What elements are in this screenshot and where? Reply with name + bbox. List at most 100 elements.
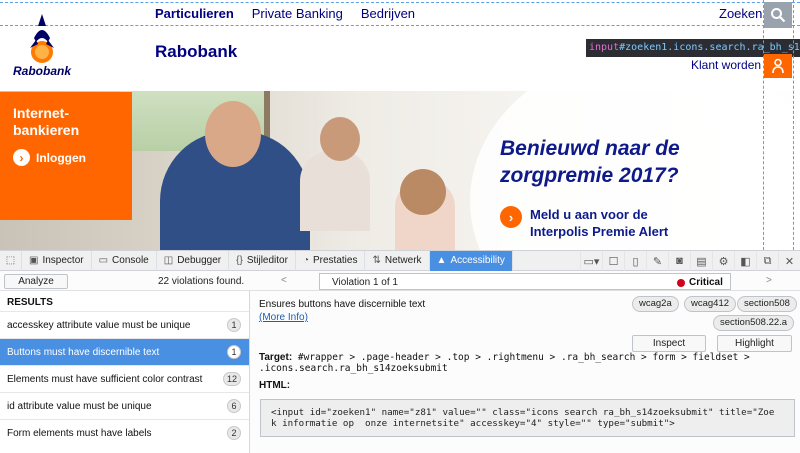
hero-child-head: [400, 169, 446, 215]
undock-icon[interactable]: ⧉: [756, 251, 778, 271]
result-label: Form elements must have labels: [7, 428, 152, 439]
tab-accessibility[interactable]: ▲ Accessibility: [429, 250, 513, 271]
tab-label: Inspector: [42, 255, 84, 266]
more-info-link[interactable]: (More Info): [259, 312, 308, 323]
tag-chip: section508.22.a: [713, 315, 795, 331]
result-item[interactable]: Form elements must have labels 2: [0, 419, 249, 446]
highlight-guide: [0, 25, 800, 26]
result-label: Buttons must have discernible text: [7, 347, 160, 358]
screenshot-icon[interactable]: ◙: [668, 251, 690, 271]
braces-icon: {}: [236, 255, 243, 266]
violation-navigator: Violation 1 of 1 Critical: [319, 273, 731, 290]
result-label: id attribute value must be unique: [7, 401, 152, 412]
result-count-badge: 6: [227, 399, 241, 413]
search-button[interactable]: [764, 2, 792, 28]
nav-private-banking[interactable]: Private Banking: [252, 6, 343, 21]
target-selector: Target: #wrapper > .page-header > .top >…: [259, 352, 794, 374]
element-picker-button[interactable]: ⬚: [0, 250, 22, 271]
settings-icon[interactable]: ⚙: [712, 251, 734, 271]
result-item-selected[interactable]: Buttons must have discernible text 1: [0, 338, 249, 365]
tab-stijleditor[interactable]: {} Stijleditor: [229, 250, 296, 271]
next-violation-icon[interactable]: >: [766, 275, 772, 286]
close-icon[interactable]: ✕: [778, 251, 800, 271]
tab-inspector[interactable]: ▣ Inspector: [22, 250, 92, 271]
inloggen-label: Inloggen: [36, 150, 86, 165]
internet-bankieren-box: Internet-bankieren › Inloggen: [0, 92, 132, 220]
code-line: <input id="zoeken1" name="z81" value="" …: [271, 407, 775, 418]
results-list: RESULTS accesskey attribute value must b…: [0, 291, 250, 453]
result-item[interactable]: id attribute value must be unique 6: [0, 392, 249, 419]
responsive-icon[interactable]: ▯: [624, 251, 646, 271]
tooltip-id: #zoeken1: [619, 42, 668, 53]
klant-worden-link[interactable]: Klant worden: [691, 58, 761, 72]
severity-label: Critical: [689, 277, 723, 288]
network-icon: ⇅: [372, 255, 381, 266]
result-label: accesskey attribute value must be unique: [7, 320, 191, 331]
inloggen-button[interactable]: › Inloggen: [13, 149, 86, 166]
tag-chip: wcag2a: [632, 296, 679, 312]
violation-detail: Ensures buttons have discernible text (M…: [251, 291, 800, 453]
eyedropper-icon[interactable]: ✎: [646, 251, 668, 271]
results-header: RESULTS: [7, 297, 53, 308]
tab-console[interactable]: ▭ Console: [92, 250, 157, 271]
dock-icon[interactable]: ◧: [734, 251, 756, 271]
split-view-icon[interactable]: ▭▾: [580, 251, 602, 271]
user-icon[interactable]: [764, 54, 792, 78]
page-title: Rabobank: [155, 42, 238, 61]
tab-label: Accessibility: [450, 255, 505, 266]
result-label: Elements must have sufficient color cont…: [7, 374, 203, 385]
premie-alert-link[interactable]: › Meld u aan voor de Interpolis Premie Al…: [500, 206, 668, 240]
tab-netwerk[interactable]: ⇅ Netwerk: [365, 250, 430, 271]
result-count-badge: 1: [227, 345, 241, 359]
highlight-guide: [0, 2, 800, 3]
result-count-badge: 1: [227, 318, 241, 332]
window-icon[interactable]: ☐: [602, 251, 624, 271]
tab-label: Prestaties: [313, 255, 358, 266]
hero-mother: [300, 151, 370, 231]
critical-dot-icon: [677, 278, 685, 287]
highlight-button[interactable]: Highlight: [717, 335, 792, 352]
arrow-right-icon: ›: [13, 149, 30, 166]
violation-index: Violation 1 of 1: [332, 277, 398, 288]
result-item[interactable]: accesskey attribute value must be unique…: [0, 311, 249, 338]
tag-chip: wcag412: [684, 296, 737, 312]
frame-icon[interactable]: ▤: [690, 251, 712, 271]
highlight-guide: [793, 0, 794, 250]
html-label: HTML:: [259, 380, 291, 391]
debugger-icon: ◫: [163, 255, 174, 266]
devtools-toolbox: ▭▾ ☐ ▯ ✎ ◙ ▤ ⚙ ◧ ⧉ ✕: [580, 251, 800, 271]
rule-description: Ensures buttons have discernible text: [259, 299, 426, 310]
result-item[interactable]: Elements must have sufficient color cont…: [0, 365, 249, 392]
cta-line-2: Interpolis Premie Alert: [530, 224, 669, 239]
target-label: Target:: [259, 352, 293, 363]
a11y-toolbar: Analyze 22 violations found. < Violation…: [0, 272, 800, 291]
severity-badge: Critical: [677, 277, 723, 288]
devtools-panel: ⬚ ▣ Inspector ▭ Console ◫ Debugger {} Stijle…: [0, 250, 800, 453]
cta-line-1: Meld u aan voor de: [530, 207, 648, 222]
hero-mother-head: [320, 117, 360, 161]
gauge-icon: ◔: [302, 255, 309, 266]
violations-count: 22 violations found.: [158, 276, 245, 287]
web-page: Rabobank Particulieren Private Banking B…: [0, 0, 800, 250]
tab-debugger[interactable]: ◫ Debugger: [157, 250, 230, 271]
analyze-button[interactable]: Analyze: [4, 274, 68, 289]
inspect-button[interactable]: Inspect: [632, 335, 706, 352]
search-icon: [771, 8, 786, 23]
devtools-tabbar: ⬚ ▣ Inspector ▭ Console ◫ Debugger {} Stijle…: [0, 250, 800, 271]
internet-bankieren-title: Internet-bankieren: [13, 105, 80, 138]
triangle-icon: ▲: [436, 255, 447, 266]
tab-prestaties[interactable]: ◔ Prestaties: [296, 250, 366, 271]
top-navigation: Particulieren Private Banking Bedrijven: [155, 6, 415, 21]
console-icon: ▭: [98, 255, 109, 266]
highlight-guide: [763, 0, 764, 250]
result-count-badge: 2: [227, 426, 241, 440]
previous-violation-icon[interactable]: <: [281, 275, 287, 286]
hero-headline: Benieuwd naar de zorgpremie 2017?: [500, 137, 680, 187]
nav-bedrijven[interactable]: Bedrijven: [361, 6, 415, 21]
nav-particulieren[interactable]: Particulieren: [155, 6, 234, 21]
tab-label: Stijleditor: [246, 255, 288, 266]
html-code-box: <input id="zoeken1" name="z81" value="" …: [260, 399, 795, 437]
pointer-icon: ⬚: [5, 255, 16, 266]
tooltip-tag: input: [589, 42, 620, 53]
search-label[interactable]: Zoeken: [719, 6, 762, 21]
